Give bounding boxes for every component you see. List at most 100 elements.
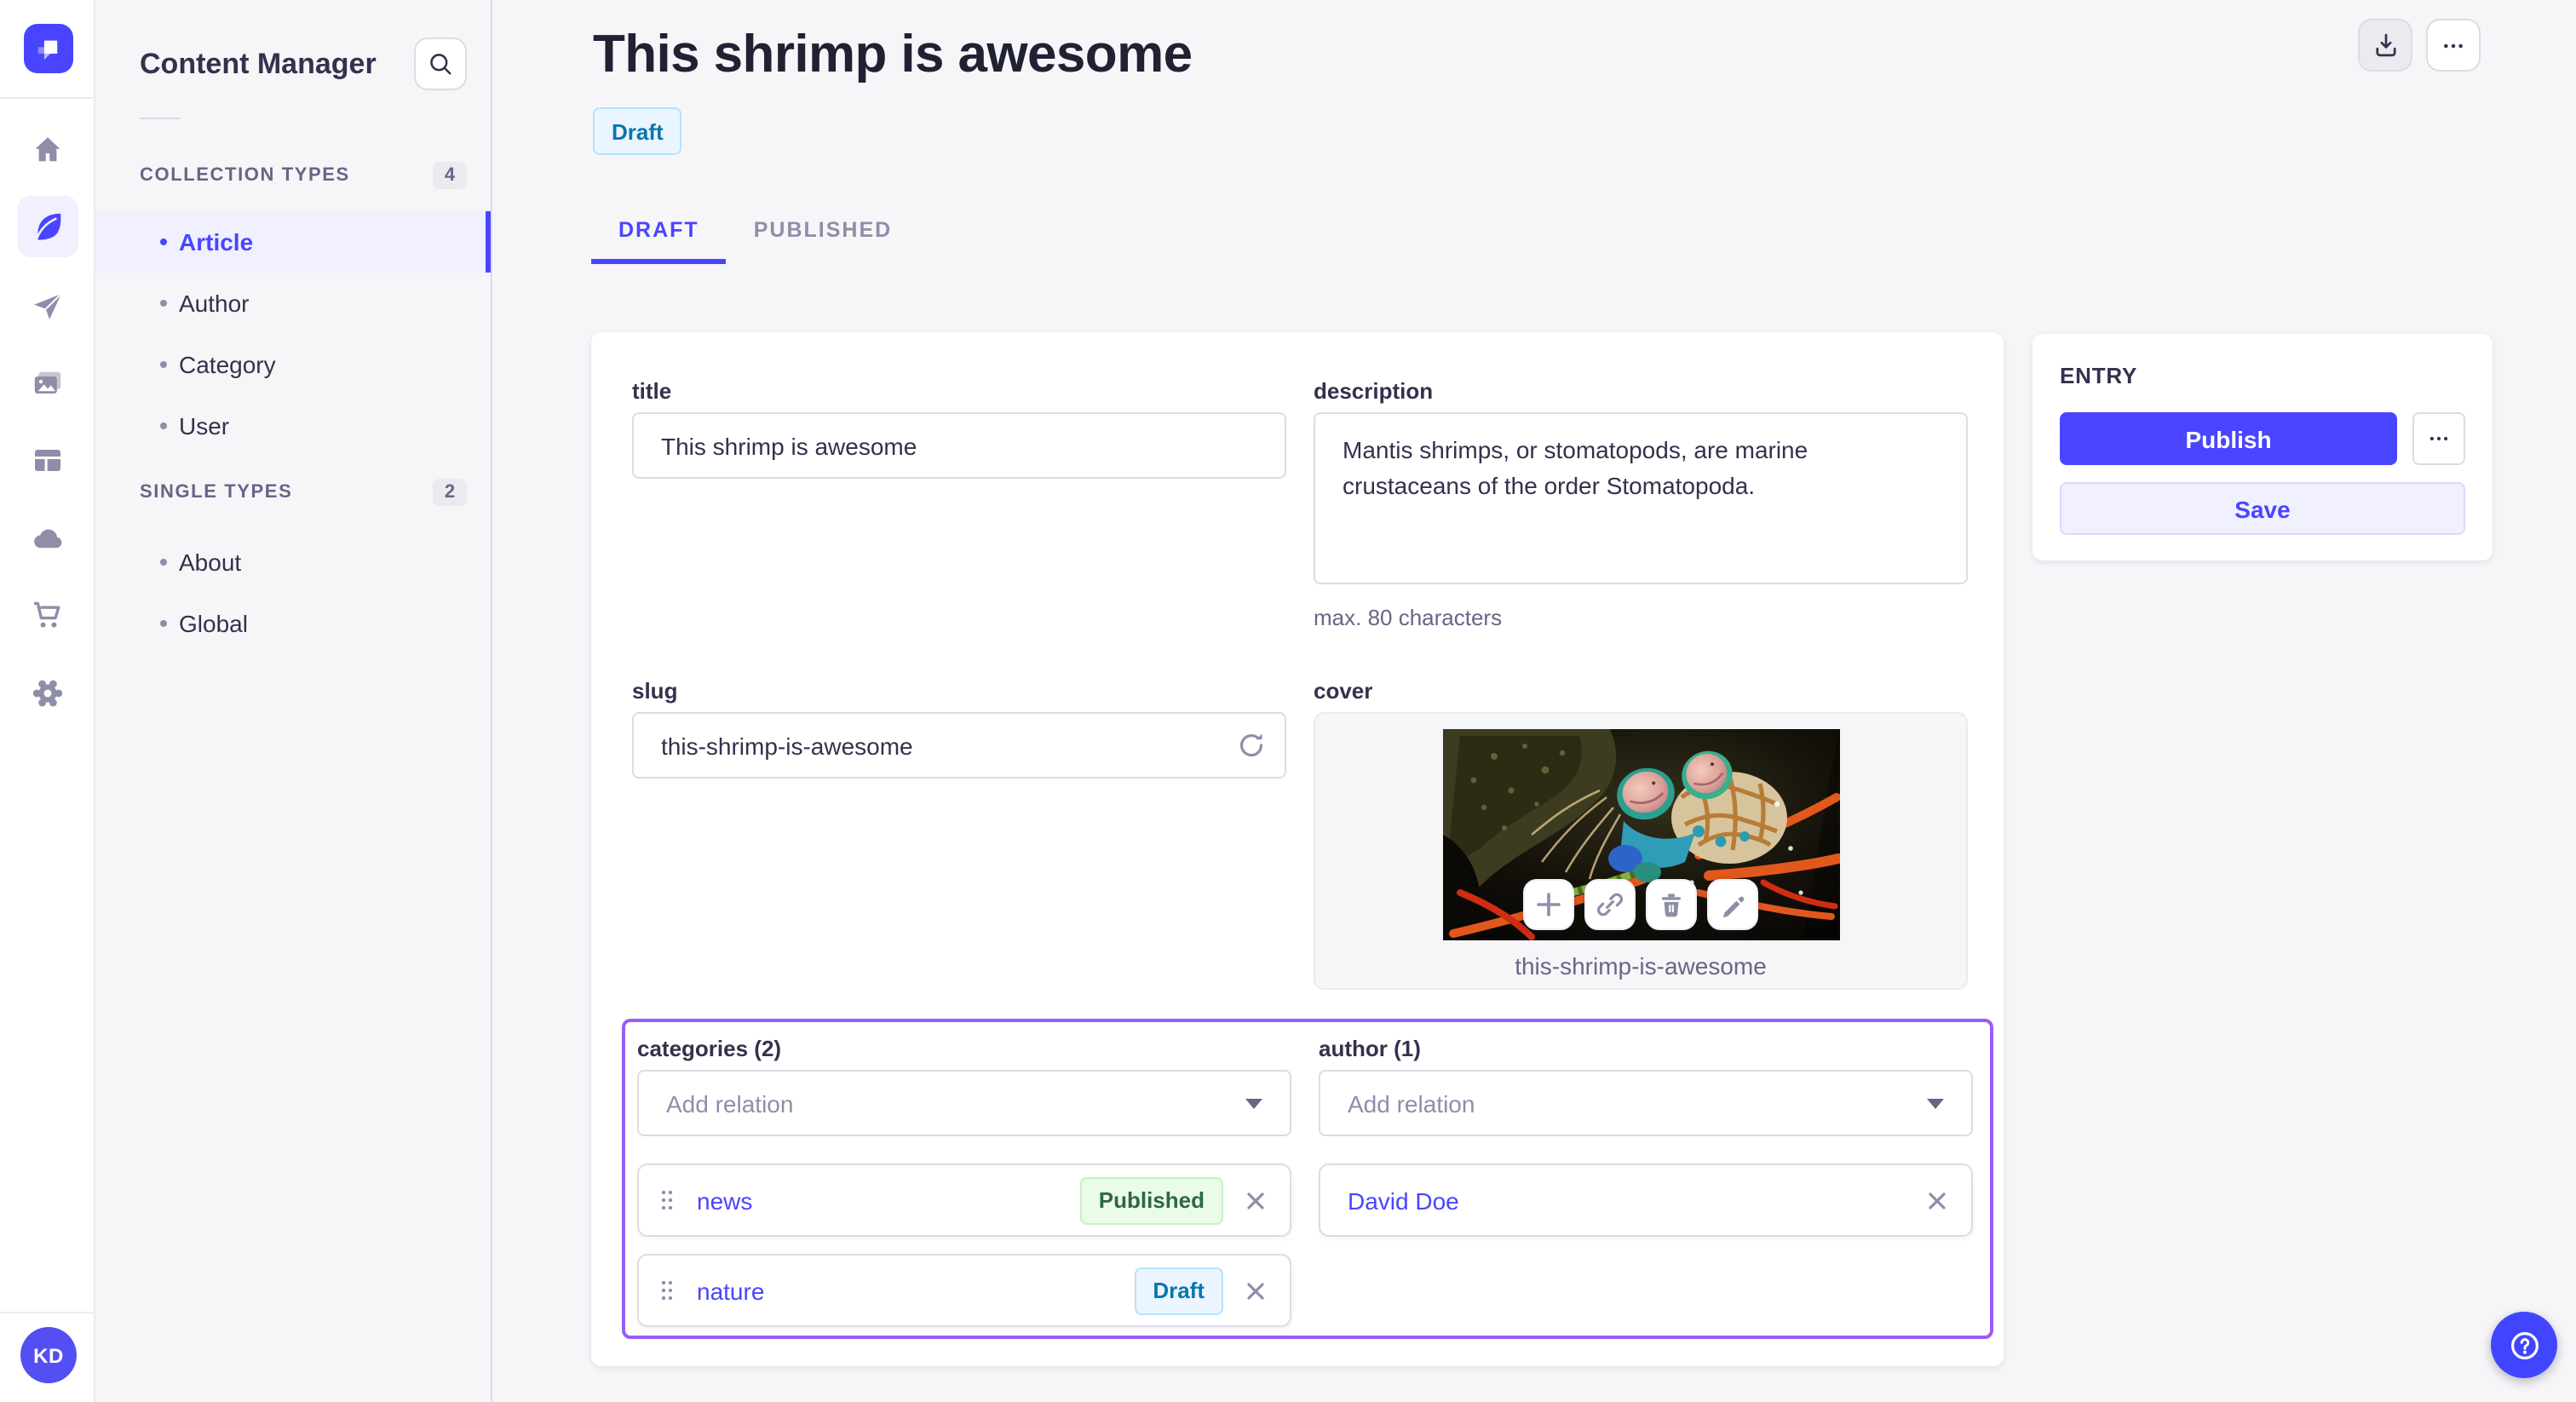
cover-copy-link-button[interactable] (1584, 879, 1636, 930)
trash-icon (1662, 893, 1681, 917)
sidebar-item-label: Global (179, 610, 248, 637)
releases-icon[interactable] (31, 290, 65, 324)
cloud-icon[interactable] (31, 521, 65, 555)
publish-button[interactable]: Publish (2060, 412, 2397, 465)
slug-field: slug (632, 678, 1286, 779)
bullet-icon (160, 620, 167, 627)
sidebar-item-article[interactable]: Article (95, 211, 491, 273)
tab-draft[interactable]: DRAFT (591, 208, 727, 264)
page-title: This shrimp is awesome (593, 24, 1193, 83)
content-manager-sidebar: Content Manager COLLECTION TYPES 4 Artic… (95, 0, 492, 1402)
status-badge: Draft (593, 107, 682, 155)
author-add-relation-combobox[interactable]: Add relation (1319, 1070, 1973, 1136)
home-icon[interactable] (31, 133, 65, 167)
entry-panel: ENTRY Publish Save (2033, 334, 2493, 560)
drag-handle-icon[interactable] (659, 1187, 675, 1213)
user-avatar[interactable]: KD (20, 1327, 77, 1383)
cover-add-button[interactable] (1523, 879, 1574, 930)
combobox-placeholder: Add relation (1348, 1089, 1475, 1117)
remove-relation-button[interactable] (1239, 1183, 1273, 1217)
close-icon (1929, 1192, 1946, 1209)
refresh-icon (1239, 733, 1263, 757)
save-button[interactable]: Save (2060, 482, 2465, 535)
chevron-down-icon (1927, 1099, 1944, 1118)
categories-add-relation-combobox[interactable]: Add relation (637, 1070, 1291, 1136)
cover-field: cover this-shrimp-is-awesome (1314, 678, 1968, 990)
relation-link[interactable]: nature (697, 1277, 764, 1304)
remove-relation-button[interactable] (1920, 1183, 1954, 1217)
relation-link[interactable]: news (697, 1187, 752, 1214)
sidebar-item-label: About (179, 549, 242, 576)
remove-relation-button[interactable] (1239, 1273, 1273, 1307)
search-icon (430, 54, 451, 75)
collection-types-list: Article Author Category User (95, 211, 491, 457)
title-field: title (632, 378, 1286, 479)
cover-card: this-shrimp-is-awesome (1314, 712, 1968, 990)
sidebar-item-category[interactable]: Category (95, 334, 491, 395)
bullet-icon (160, 238, 167, 245)
edit-form-panel: title description Mantis shrimps, or sto… (591, 332, 2004, 1366)
cover-edit-button[interactable] (1707, 879, 1758, 930)
description-textarea[interactable]: Mantis shrimps, or stomatopods, are mari… (1314, 412, 1968, 584)
ellipsis-icon (2444, 43, 2463, 48)
bullet-icon (160, 300, 167, 307)
settings-gear-icon[interactable] (31, 676, 65, 710)
chevron-down-icon (1245, 1099, 1262, 1118)
strapi-logo-icon (37, 40, 58, 60)
content-manager-icon[interactable] (17, 196, 78, 257)
cover-label: cover (1314, 678, 1373, 704)
marketplace-cart-icon[interactable] (31, 598, 65, 632)
relation-link[interactable]: David Doe (1348, 1187, 1459, 1214)
entry-heading: ENTRY (2060, 363, 2138, 388)
description-label: description (1314, 378, 1434, 404)
sidebar-item-user[interactable]: User (95, 395, 491, 457)
slug-input[interactable] (632, 712, 1286, 779)
app-root: KD Content Manager COLLECTION TYPES 4 Ar… (0, 0, 2576, 1402)
combobox-placeholder: Add relation (666, 1089, 794, 1117)
entry-more-button[interactable] (2412, 412, 2465, 465)
relation-item-nature: nature Draft (637, 1254, 1291, 1327)
drag-handle-icon[interactable] (659, 1278, 675, 1303)
search-button[interactable] (414, 37, 467, 90)
title-input[interactable] (632, 412, 1286, 479)
strapi-logo[interactable] (24, 24, 73, 73)
export-button[interactable] (2358, 19, 2412, 72)
sidebar-item-label: Article (179, 228, 254, 256)
title-label: title (632, 378, 672, 404)
cover-delete-button[interactable] (1646, 879, 1697, 930)
section-label: COLLECTION TYPES (140, 165, 350, 186)
icon-rail: KD (0, 0, 95, 1402)
pencil-icon (1722, 896, 1745, 918)
header-more-button[interactable] (2426, 19, 2481, 72)
main-content: This shrimp is awesome Draft DRAFT PUBLI… (492, 0, 2576, 1402)
bullet-icon (160, 559, 167, 566)
close-icon (1247, 1192, 1264, 1209)
sidebar-item-about[interactable]: About (95, 531, 491, 593)
sidebar-item-label: Author (179, 290, 250, 317)
sidebar-item-global[interactable]: Global (95, 593, 491, 654)
sidebar-item-author[interactable]: Author (95, 273, 491, 334)
help-button[interactable] (2491, 1312, 2557, 1378)
description-field: description Mantis shrimps, or stomatopo… (1314, 378, 1968, 630)
single-types-list: About Global (95, 531, 491, 654)
description-hint: max. 80 characters (1314, 605, 1503, 630)
bullet-icon (160, 361, 167, 368)
question-icon (2510, 1331, 2538, 1359)
link-icon (1596, 893, 1624, 916)
sidebar-item-label: User (179, 412, 230, 440)
regenerate-slug-button[interactable] (1227, 721, 1276, 770)
relations-section: categories (2) Add relation news Publish… (622, 1019, 1993, 1339)
published-badge: Published (1079, 1176, 1223, 1224)
author-field: author (1) Add relation David Doe (1319, 1036, 1973, 1327)
content-type-builder-icon[interactable] (31, 443, 65, 477)
rail-divider-bottom (0, 1312, 94, 1313)
media-library-icon[interactable] (31, 366, 65, 400)
cover-toolbar (1442, 879, 1839, 930)
plus-icon (1537, 893, 1561, 916)
version-tabs: DRAFT PUBLISHED (591, 208, 919, 264)
categories-label: categories (2) (637, 1036, 782, 1061)
tab-published[interactable]: PUBLISHED (727, 208, 919, 264)
ellipsis-icon (2429, 436, 2448, 441)
download-icon (2375, 33, 2395, 57)
cover-filename: this-shrimp-is-awesome (1515, 952, 1767, 980)
